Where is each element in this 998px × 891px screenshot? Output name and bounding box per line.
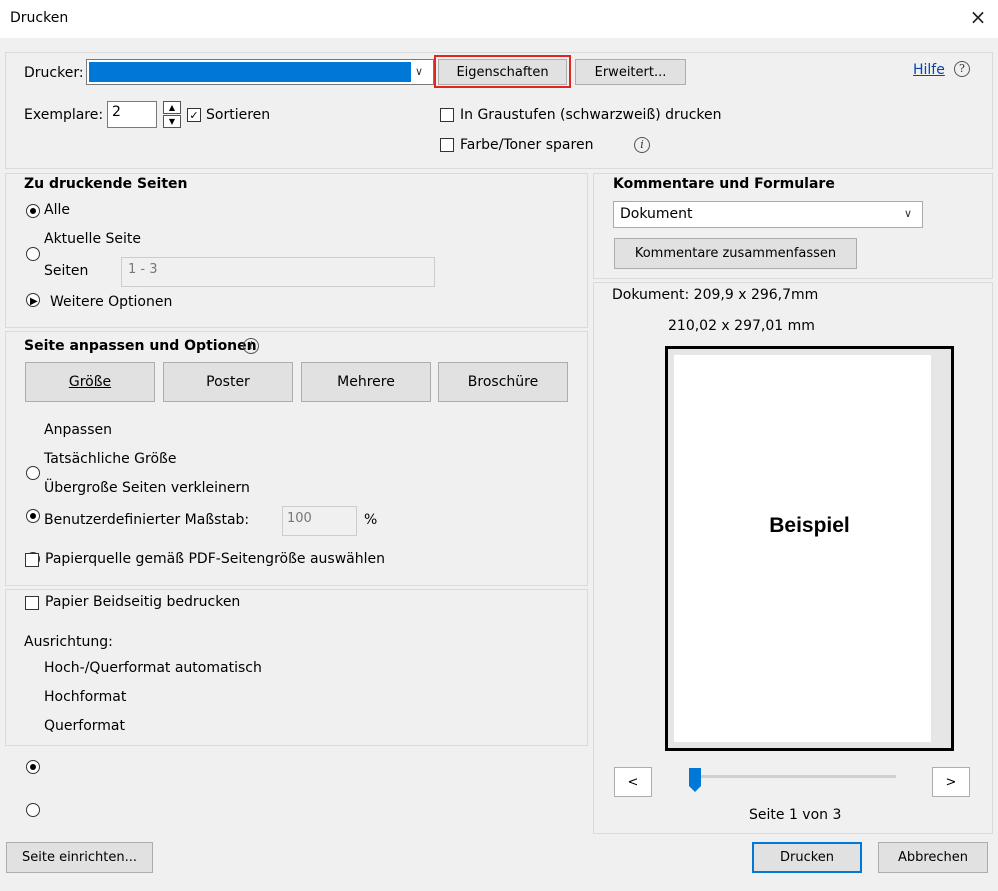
grayscale-checkbox[interactable] <box>440 108 454 122</box>
cancel-button[interactable]: Abbrechen <box>878 842 988 873</box>
radio-all-label: Alle <box>44 202 70 218</box>
duplex-label: Papier Beidseitig bedrucken <box>45 594 241 610</box>
page-slider-track[interactable] <box>692 775 896 778</box>
paper-source-label: Papierquelle gemäß PDF-Seitengröße auswä… <box>45 551 385 567</box>
chevron-down-icon: ∨ <box>415 65 424 78</box>
radio-pages-label: Seiten <box>44 263 89 279</box>
collate-label: Sortieren <box>206 107 271 123</box>
pages-heading: Zu druckende Seiten <box>24 176 188 192</box>
radio-orientation-auto[interactable] <box>26 760 40 774</box>
previous-page-button[interactable]: < <box>614 767 652 797</box>
fit-info-icon[interactable]: i <box>243 338 259 354</box>
preview-page-content <box>674 355 931 742</box>
close-icon[interactable]: × <box>966 5 990 29</box>
fit-heading: Seite anpassen und Optionen <box>24 338 257 354</box>
radio-orientation-auto-label: Hoch-/Querformat automatisch <box>44 660 262 676</box>
booklet-button[interactable]: Broschüre <box>438 362 568 402</box>
pages-range-input[interactable]: 1 - 3 <box>121 257 435 287</box>
info-icon[interactable]: i <box>634 137 650 153</box>
duplex-checkbox[interactable] <box>25 596 39 610</box>
stepper-down-icon[interactable]: ▼ <box>163 115 181 128</box>
paper-source-checkbox[interactable] <box>25 553 39 567</box>
radio-fit-label: Anpassen <box>44 422 112 438</box>
radio-current-page[interactable] <box>26 247 40 261</box>
preview-page: Beispiel <box>665 346 954 751</box>
orientation-label: Ausrichtung: <box>24 634 113 650</box>
radio-landscape-label: Querformat <box>44 718 125 734</box>
printer-select-value <box>89 62 411 82</box>
more-options-label[interactable]: Weitere Optionen <box>50 294 172 310</box>
radio-shrink-label: Übergroße Seiten verkleinern <box>44 480 250 496</box>
sample-text: Beispiel <box>769 514 850 537</box>
radio-actual-size[interactable] <box>26 509 40 523</box>
multiple-button[interactable]: Mehrere <box>301 362 431 402</box>
radio-portrait-label: Hochformat <box>44 689 127 705</box>
page-slider-thumb[interactable] <box>688 768 702 792</box>
title-bar <box>0 0 998 38</box>
poster-button[interactable]: Poster <box>163 362 293 402</box>
page-indicator: Seite 1 von 3 <box>749 807 842 823</box>
scale-unit: % <box>364 512 378 528</box>
summarize-comments-button[interactable]: Kommentare zusammenfassen <box>614 238 857 269</box>
comments-select[interactable]: Dokument ∨ <box>613 201 923 228</box>
page-setup-button[interactable]: Seite einrichten... <box>6 842 153 873</box>
copies-input[interactable]: 2 <box>107 101 157 128</box>
printer-label: Drucker: <box>24 65 84 81</box>
stepper-up-icon[interactable]: ▲ <box>163 101 181 114</box>
window-title: Drucken <box>10 10 69 26</box>
comments-select-value: Dokument <box>620 206 693 222</box>
help-icon[interactable]: ? <box>954 61 970 77</box>
radio-custom-scale-label: Benutzerdefinierter Maßstab: <box>44 512 250 528</box>
collate-checkbox[interactable]: ✓ <box>187 108 201 122</box>
properties-button[interactable]: Eigenschaften <box>438 59 567 85</box>
next-page-button[interactable]: > <box>932 767 970 797</box>
comments-heading: Kommentare und Formulare <box>613 176 835 192</box>
advanced-button[interactable]: Erweitert... <box>575 59 686 85</box>
radio-current-page-label: Aktuelle Seite <box>44 231 141 247</box>
print-button[interactable]: Drucken <box>752 842 862 873</box>
radio-fit[interactable] <box>26 466 40 480</box>
expand-triangle-icon[interactable]: ▶ <box>30 296 38 307</box>
comments-chevron-down-icon: ∨ <box>904 207 913 220</box>
copies-stepper[interactable]: ▲ ▼ <box>163 101 181 128</box>
radio-portrait[interactable] <box>26 803 40 817</box>
radio-actual-size-label: Tatsächliche Größe <box>44 451 177 467</box>
size-button[interactable]: Größe <box>25 362 155 402</box>
scale-input[interactable]: 100 <box>282 506 357 536</box>
radio-all[interactable] <box>26 204 40 218</box>
paper-size: 210,02 x 297,01 mm <box>668 318 815 334</box>
save-toner-checkbox[interactable] <box>440 138 454 152</box>
document-size: Dokument: 209,9 x 296,7mm <box>612 287 819 303</box>
save-toner-label: Farbe/Toner sparen <box>460 137 594 153</box>
grayscale-label: In Graustufen (schwarzweiß) drucken <box>460 107 722 123</box>
printer-select[interactable]: ∨ <box>86 59 434 85</box>
copies-label: Exemplare: <box>24 107 104 123</box>
help-link[interactable]: Hilfe <box>913 62 945 78</box>
